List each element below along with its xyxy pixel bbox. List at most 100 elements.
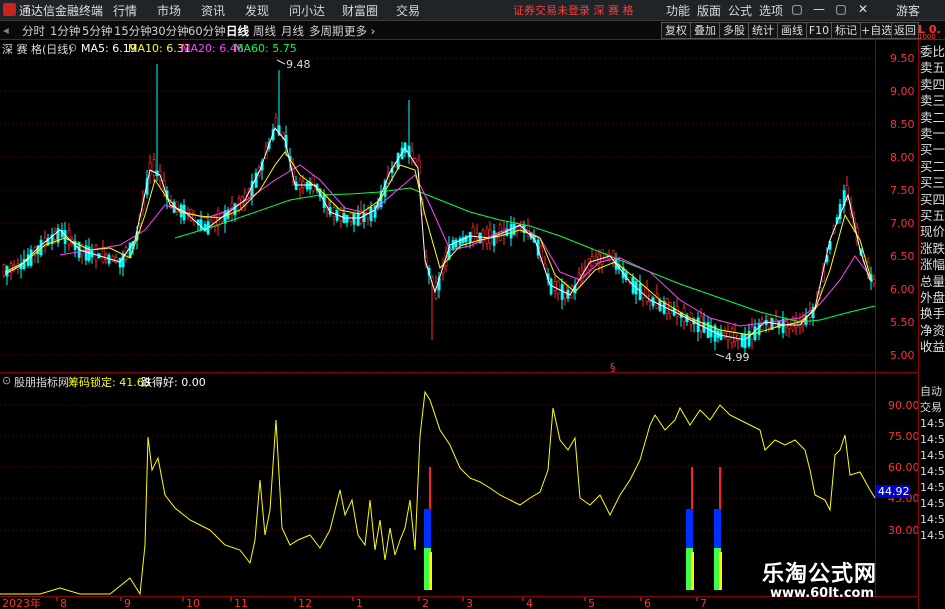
side-field-label: 涨幅 xyxy=(920,257,945,273)
svg-text:7: 7 xyxy=(700,597,707,609)
menu-ask[interactable]: 问小达 xyxy=(289,2,325,19)
adjust-button[interactable]: 复权 xyxy=(661,22,691,39)
svg-text:9.48: 9.48 xyxy=(286,58,311,71)
add-favorite-button[interactable]: +自选 xyxy=(860,22,892,39)
menu-wealth-circle[interactable]: 财富圈 xyxy=(342,2,378,19)
settings-icon[interactable]: ⊙ xyxy=(68,41,77,54)
candle-body xyxy=(872,279,876,284)
back-button[interactable]: 返回 xyxy=(891,22,919,39)
svg-text:8.50: 8.50 xyxy=(890,118,915,131)
app-logo-icon xyxy=(3,3,16,16)
candle-body xyxy=(665,298,669,315)
candle-body xyxy=(641,285,645,298)
tab-monthly[interactable]: 月线 xyxy=(281,23,304,39)
candle-body xyxy=(556,280,560,294)
menu-function[interactable]: 功能 xyxy=(666,2,690,19)
side-field-label: 卖一 xyxy=(920,126,945,141)
section-marker: § xyxy=(610,361,616,374)
candle-body xyxy=(352,213,356,225)
draw-line-button[interactable]: 画线 xyxy=(777,22,807,39)
tab-60min[interactable]: 60分钟 xyxy=(188,23,226,39)
menu-discover[interactable]: 发现 xyxy=(245,2,269,19)
menu-trade[interactable]: 交易 xyxy=(396,2,420,19)
tab-more[interactable]: 更多 › xyxy=(344,23,375,39)
side-field-label: 外盘 xyxy=(920,290,945,305)
tab-5min[interactable]: 5分钟 xyxy=(82,23,112,39)
candle-body xyxy=(743,334,747,349)
statistics-button[interactable]: 统计 xyxy=(748,22,778,39)
high-price-annotation: 9.48 xyxy=(276,58,311,71)
side-trade-label: 14:56 xyxy=(920,433,945,446)
svg-text:9.50: 9.50 xyxy=(890,52,915,65)
mark-button[interactable]: 标记 xyxy=(831,22,861,39)
tab-multi-period[interactable]: 多周期 xyxy=(309,23,344,39)
indicator-signal-bar xyxy=(719,552,722,590)
f10-button[interactable]: F10 xyxy=(806,22,832,39)
menu-news[interactable]: 资讯 xyxy=(201,2,225,19)
tab-daily[interactable]: 日线 xyxy=(226,23,249,39)
price-panel-title[interactable]: 深 赛 格(日线) xyxy=(2,41,73,57)
candle-body xyxy=(2,264,6,276)
candle-body xyxy=(301,181,305,188)
menu-layout[interactable]: 版面 xyxy=(697,2,721,19)
side-trade-label: 交易 xyxy=(920,401,942,414)
candle-body xyxy=(485,228,489,244)
indicator-signal-bar xyxy=(686,509,693,548)
candle-body xyxy=(757,323,761,336)
tab-15min[interactable]: 15分钟 xyxy=(114,23,152,39)
candle-body xyxy=(740,333,744,348)
candle-body xyxy=(332,207,336,218)
menu-options[interactable]: 选项 xyxy=(759,2,783,19)
tab-1min[interactable]: 1分钟 xyxy=(50,23,80,39)
low-price-annotation: 4.99 xyxy=(715,351,750,364)
candle-body xyxy=(767,313,771,329)
candle-body xyxy=(563,282,567,299)
candle-body xyxy=(492,230,496,246)
chip-lock-legend: 筹码锁定: 41.68 xyxy=(68,376,151,389)
guest-label[interactable]: 游客 xyxy=(896,2,920,19)
side-trade-label: 14:56 xyxy=(920,465,945,478)
candle-body xyxy=(560,284,564,300)
candle-body xyxy=(509,223,513,239)
candle-body xyxy=(774,319,778,327)
svg-text:90.00: 90.00 xyxy=(888,399,918,412)
candle-body xyxy=(451,240,455,250)
candle-body xyxy=(475,232,479,240)
candle-body xyxy=(471,226,475,243)
side-field-label: 买四 xyxy=(920,191,945,207)
candle-body xyxy=(600,249,604,266)
side-trade-label: 14:56 xyxy=(920,481,945,494)
close-icon[interactable]: ✕ xyxy=(852,0,874,20)
overlay-button[interactable]: 叠加 xyxy=(690,22,720,39)
menu-market[interactable]: 市场 xyxy=(157,2,181,19)
tab-timeshare[interactable]: 分时 xyxy=(22,23,45,39)
tab-30min[interactable]: 30分钟 xyxy=(151,23,189,39)
indicator-panel-title[interactable]: 股朋指标网 xyxy=(14,374,69,390)
multi-stock-button[interactable]: 多股 xyxy=(719,22,749,39)
svg-text:3: 3 xyxy=(466,597,473,609)
maximize-icon[interactable]: ▢ xyxy=(830,0,852,20)
svg-text:30.00: 30.00 xyxy=(888,524,918,537)
menu-quotes[interactable]: 行情 xyxy=(113,2,137,19)
indicator-signal-bar xyxy=(691,467,693,509)
login-status: 证券交易未登录 深 赛 格 xyxy=(513,4,634,17)
candle-body xyxy=(101,247,105,263)
indicator-signal-bar xyxy=(429,467,431,509)
tab-weekly[interactable]: 周线 xyxy=(253,23,276,39)
side-field-label: 买一 xyxy=(920,142,945,158)
restore-icon[interactable]: ▢ xyxy=(786,0,808,20)
indicator-settings-icon[interactable]: ⊙ xyxy=(2,374,11,387)
minimize-icon[interactable]: — xyxy=(808,0,830,20)
kline-chart[interactable]: 9.48 4.99 § 9.50 9.00 8.50 8.00 7.50 7.0… xyxy=(0,40,918,609)
candle-body xyxy=(356,212,360,226)
side-trade-label: 14:56 xyxy=(920,449,945,462)
side-field-label: 现价 xyxy=(920,224,945,240)
candle-body xyxy=(345,214,349,223)
svg-text:6.00: 6.00 xyxy=(890,283,915,296)
side-field-label: 卖二 xyxy=(920,109,945,125)
side-trade-label: 14:56 xyxy=(920,417,945,430)
indicator-signal-bar xyxy=(719,467,721,509)
app-title: 通达信金融终端 xyxy=(19,4,104,18)
candle-body xyxy=(175,201,179,213)
menu-formula[interactable]: 公式 xyxy=(728,2,752,19)
